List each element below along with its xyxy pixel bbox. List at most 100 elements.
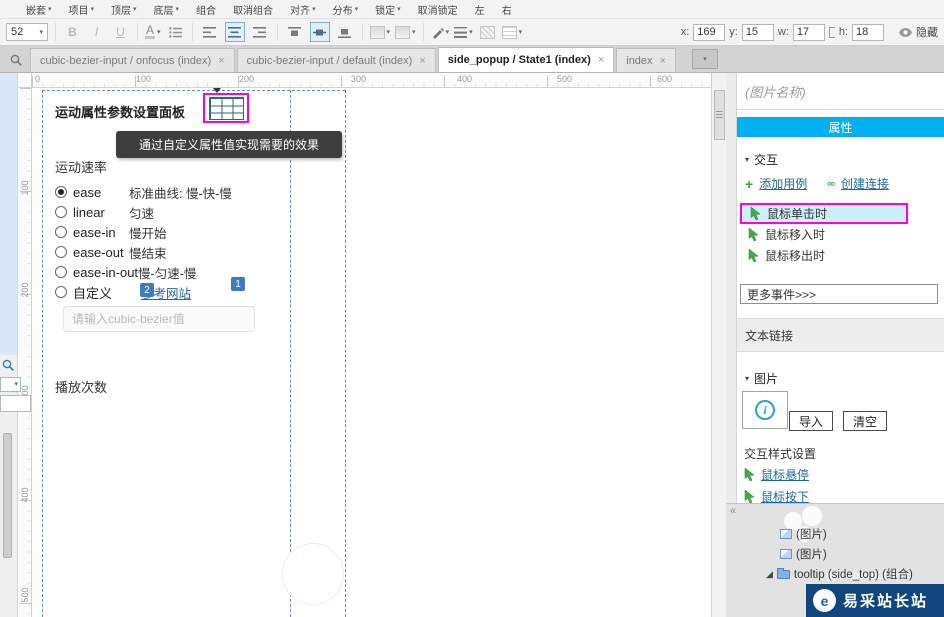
y-input[interactable]	[741, 23, 774, 41]
font-size-select[interactable]: 52 ▾	[6, 23, 48, 41]
panel-title-text[interactable]: 运动属性参数设置面板	[55, 102, 185, 121]
panel-search-button[interactable]	[2, 359, 14, 371]
search-icon	[10, 54, 22, 66]
text-link-section: 文本链接	[737, 318, 944, 352]
collapse-panel-icon[interactable]: «	[730, 505, 736, 517]
vertical-ruler: 100 200 300 400 500	[18, 88, 32, 617]
image-section-header[interactable]: ▾ 图片	[745, 370, 778, 387]
menu-item-distribute[interactable]: 分布 ▾	[333, 2, 359, 17]
circle-widget[interactable]	[282, 543, 344, 605]
outline-row-tooltip-group[interactable]: ◢ tooltip (side_top) (组合)	[766, 566, 913, 582]
close-icon[interactable]: ×	[660, 55, 666, 67]
selection-left-edge	[42, 90, 43, 617]
menu-item-ungroup[interactable]: 取消组合	[233, 2, 273, 17]
valign-top-button[interactable]	[285, 22, 305, 42]
selected-table-widget[interactable]	[203, 93, 249, 123]
radio-option-ease-in[interactable]: ease-in 慢开始	[55, 222, 232, 242]
canvas-vertical-scrollbar[interactable]	[711, 73, 726, 617]
interaction-section-header[interactable]: ▾ 交互	[745, 151, 778, 168]
line-style-button[interactable]: ▾	[454, 26, 473, 38]
close-icon[interactable]: ×	[419, 55, 425, 67]
italic-button[interactable]: I	[87, 23, 106, 42]
cursor-icon	[744, 490, 755, 503]
tree-expander-icon[interactable]: ◢	[766, 569, 773, 580]
tooltip-widget[interactable]: 通过自定义属性值实现需要的效果	[116, 131, 342, 158]
mouse-hover-link[interactable]: 鼠标悬停	[761, 466, 809, 483]
cubic-bezier-input[interactable]	[63, 306, 255, 332]
align-left-button[interactable]	[200, 22, 220, 42]
bullet-list-button[interactable]	[166, 23, 185, 42]
more-format-button[interactable]: ▾	[501, 25, 522, 39]
link-dimensions-icon[interactable]	[828, 26, 835, 38]
info-icon: i	[755, 400, 775, 420]
font-color-button[interactable]: A ▾	[145, 24, 161, 39]
radio-icon[interactable]	[55, 246, 67, 258]
tab-properties[interactable]: 属性	[737, 117, 944, 137]
outline-row-image-2[interactable]: (图片)	[780, 546, 827, 562]
w-input[interactable]	[792, 23, 825, 41]
align-right-button[interactable]	[250, 22, 270, 42]
underline-button[interactable]: U	[111, 23, 130, 42]
h-input[interactable]	[852, 23, 884, 41]
radio-option-ease[interactable]: ease 标准曲线: 慢-快-慢	[55, 182, 232, 202]
tab-cubic-bezier-onfocus[interactable]: cubic-bezier-input / onfocus (index) ×	[30, 48, 235, 72]
menu-item-group[interactable]: 组合	[196, 2, 216, 17]
radio-selected-icon[interactable]	[55, 186, 67, 198]
radio-icon[interactable]	[55, 286, 67, 298]
tab-side-popup-state1[interactable]: side_popup / State1 (index) ×	[437, 47, 615, 72]
tab-list-dropdown-button[interactable]: ▾	[691, 49, 718, 69]
menu-item-project[interactable]: 项目 ▾	[69, 2, 95, 17]
radio-icon[interactable]	[55, 266, 67, 278]
play-count-label[interactable]: 播放次数	[55, 377, 107, 396]
menu-item-lock[interactable]: 锁定 ▾	[375, 2, 401, 17]
widget-name-field[interactable]: (图片名称)	[745, 82, 806, 101]
tab-search-button[interactable]	[2, 48, 30, 72]
align-center-button[interactable]	[224, 22, 245, 42]
radio-option-ease-in-out[interactable]: ease-in-out 慢-匀速-慢	[55, 262, 232, 282]
radio-option-linear[interactable]: linear 匀速	[55, 202, 232, 222]
pattern-button[interactable]	[478, 23, 497, 42]
menu-item-align[interactable]: 对齐 ▾	[290, 2, 316, 17]
close-icon[interactable]: ×	[218, 55, 224, 67]
menu-item-bring-front[interactable]: 顶层 ▾	[111, 2, 137, 17]
tab-index[interactable]: index ×	[616, 48, 676, 72]
valign-middle-button[interactable]	[309, 22, 330, 42]
valign-bottom-button[interactable]	[335, 22, 355, 42]
import-button[interactable]: 导入	[789, 411, 833, 431]
radio-option-ease-out[interactable]: ease-out 慢结束	[55, 242, 232, 262]
chevron-down-icon: ▾	[412, 28, 416, 36]
radio-icon[interactable]	[55, 226, 67, 238]
pen-style-button[interactable]: ▾	[431, 26, 449, 39]
menu-item-send-back[interactable]: 底层 ▾	[154, 2, 180, 17]
menu-item-unlock[interactable]: 取消锁定	[418, 2, 458, 17]
tab-cubic-bezier-default[interactable]: cubic-bezier-input / default (index) ×	[236, 48, 436, 72]
mouse-hover-style-row[interactable]: 鼠标悬停	[744, 466, 809, 483]
left-scrollbar-thumb[interactable]	[3, 433, 12, 558]
hide-button[interactable]: 隐藏	[899, 24, 938, 40]
left-panel-collapsed[interactable]	[0, 73, 17, 355]
bold-button[interactable]: B	[63, 23, 82, 42]
add-case-link[interactable]: 添加用例	[759, 175, 807, 192]
speed-section-label[interactable]: 运动速率	[55, 157, 107, 176]
create-connection-link[interactable]: 创建连接	[841, 175, 889, 192]
event-mouse-click[interactable]: 鼠标单击时	[740, 203, 908, 224]
radio-icon[interactable]	[55, 206, 67, 218]
clear-button[interactable]: 清空	[843, 411, 887, 431]
more-events-button[interactable]: 更多事件>>>	[740, 284, 938, 304]
menu-item-left[interactable]: 左	[475, 2, 485, 17]
menu-item-nest[interactable]: 嵌套 ▾	[26, 2, 52, 17]
x-input[interactable]	[693, 23, 726, 41]
event-mouse-enter[interactable]: 鼠标移入时	[740, 224, 941, 245]
close-icon[interactable]: ×	[598, 54, 604, 66]
border-color-button[interactable]: ▾	[395, 25, 416, 39]
event-mouse-leave[interactable]: 鼠标移出时	[740, 245, 941, 266]
outline-row-image-1[interactable]: (图片)	[780, 526, 827, 542]
design-canvas[interactable]: 运动属性参数设置面板 通过自定义属性值实现需要的效果 运动速率 ease 标准曲…	[32, 88, 711, 617]
scrollbar-thumb[interactable]	[714, 90, 725, 140]
fill-color-button[interactable]: ▾	[369, 25, 390, 39]
menu-item-right[interactable]: 右	[502, 2, 512, 17]
image-preview-button[interactable]: i	[742, 391, 788, 429]
panel-filter-dropdown[interactable]: ▾	[0, 377, 21, 392]
panel-filter-input[interactable]	[0, 395, 31, 412]
table-grid-icon	[208, 96, 244, 120]
